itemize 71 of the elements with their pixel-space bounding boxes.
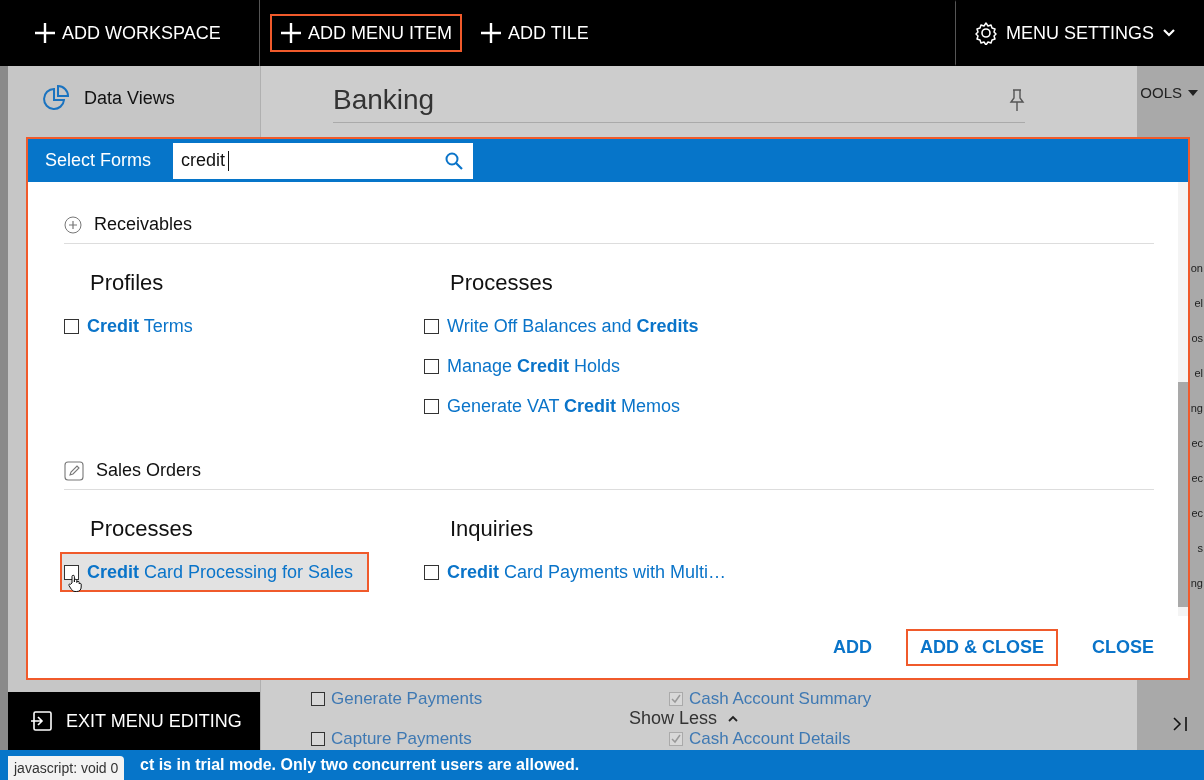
section-title: Receivables bbox=[94, 214, 193, 235]
table-cell-fragment: ec bbox=[1191, 506, 1204, 521]
form-link[interactable]: Capture Payments bbox=[331, 730, 472, 748]
collapse-icon[interactable] bbox=[1172, 716, 1188, 732]
checkbox[interactable] bbox=[311, 692, 325, 706]
checkmark-icon bbox=[670, 733, 682, 745]
dialog-button[interactable]: ADD & CLOSE bbox=[905, 628, 1058, 666]
table-cell-fragment: on bbox=[1190, 261, 1204, 276]
table-cell-fragment: ng bbox=[1190, 401, 1204, 416]
checkbox[interactable] bbox=[311, 732, 325, 746]
form-link[interactable]: Manage Credit Holds bbox=[447, 355, 621, 377]
form-link[interactable]: Cash Account Details bbox=[689, 730, 851, 748]
status-message: ct is in trial mode. Only two concurrent users are allowed. bbox=[140, 756, 580, 774]
checkbox[interactable] bbox=[424, 358, 439, 374]
table-cell-fragment: os bbox=[1191, 331, 1204, 346]
checkbox[interactable] bbox=[424, 564, 439, 580]
plus-icon bbox=[34, 22, 56, 44]
table-cell-fragment: ec bbox=[1191, 436, 1204, 451]
hand-cursor-icon bbox=[68, 574, 82, 592]
table-cell-fragment: ng bbox=[1190, 576, 1204, 591]
pin-icon[interactable] bbox=[1009, 88, 1025, 112]
table-cell-fragment: el bbox=[1194, 296, 1204, 311]
form-link[interactable]: Cash Account Summary bbox=[689, 690, 872, 708]
section-title: Sales Orders bbox=[96, 460, 202, 481]
checkbox[interactable] bbox=[64, 564, 79, 580]
form-link[interactable]: Credit Card Processing for Sales bbox=[87, 561, 354, 583]
chevron-up-icon bbox=[727, 714, 740, 722]
checkbox[interactable] bbox=[669, 732, 683, 746]
table-cell-fragment: ec bbox=[1191, 471, 1204, 486]
plus-icon bbox=[280, 22, 302, 44]
exit-menu-editing-button[interactable]: EXIT MENU EDITING bbox=[8, 692, 260, 750]
caret-down-icon bbox=[1188, 89, 1198, 96]
checkbox[interactable] bbox=[424, 398, 439, 414]
show-less-button[interactable]: Show Less bbox=[629, 709, 740, 727]
form-link[interactable]: Generate Payments bbox=[331, 690, 483, 708]
checkbox[interactable] bbox=[64, 318, 79, 334]
sidebar-item[interactable]: Data Views bbox=[8, 66, 260, 112]
chevron-down-icon bbox=[1162, 28, 1176, 38]
dialog-button[interactable]: CLOSE bbox=[1078, 628, 1168, 666]
group-heading: Processes bbox=[450, 270, 554, 296]
form-row[interactable]: Credit Card Processing for Sales bbox=[60, 552, 370, 592]
tools-menu-label[interactable]: OOLS bbox=[1140, 84, 1182, 101]
group-heading: Profiles bbox=[90, 270, 165, 296]
pie-chart-icon bbox=[42, 84, 70, 112]
table-cell-fragment: s bbox=[1197, 541, 1204, 556]
plus-icon bbox=[480, 22, 502, 44]
form-link[interactable]: Credit Terms bbox=[87, 315, 193, 337]
scrollbar[interactable] bbox=[1178, 182, 1188, 616]
form-link[interactable]: Credit Card Payments with Multi… bbox=[447, 561, 727, 583]
table-cell-fragment: el bbox=[1194, 366, 1204, 381]
workspace-title: Banking bbox=[333, 84, 435, 116]
group-heading: Processes bbox=[90, 516, 194, 542]
scrollbar-thumb[interactable] bbox=[1178, 382, 1188, 607]
settings-icon bbox=[974, 21, 998, 45]
form-link[interactable]: Write Off Balances and Credits bbox=[447, 315, 699, 337]
exit-icon bbox=[30, 711, 52, 731]
search-icon bbox=[445, 151, 464, 170]
toolbar-button[interactable]: ADD MENU ITEM bbox=[270, 14, 462, 52]
toolbar-button[interactable]: ADD WORKSPACE bbox=[24, 14, 231, 52]
dialog-title: Select Forms bbox=[45, 150, 152, 171]
checkbox[interactable] bbox=[669, 692, 683, 706]
toolbar-button[interactable]: ADD TILE bbox=[470, 14, 599, 52]
form-link[interactable]: Generate VAT Credit Memos bbox=[447, 395, 681, 417]
checkmark-icon bbox=[670, 693, 682, 705]
plus-circle-icon[interactable] bbox=[64, 215, 82, 234]
link-tooltip: javascript: void 0 bbox=[8, 756, 125, 780]
group-heading: Inquiries bbox=[450, 516, 535, 542]
search-field[interactable]: credit bbox=[173, 142, 474, 179]
dialog-button[interactable]: ADD bbox=[818, 628, 886, 666]
edit-icon[interactable] bbox=[64, 460, 84, 481]
checkbox[interactable] bbox=[424, 318, 439, 334]
